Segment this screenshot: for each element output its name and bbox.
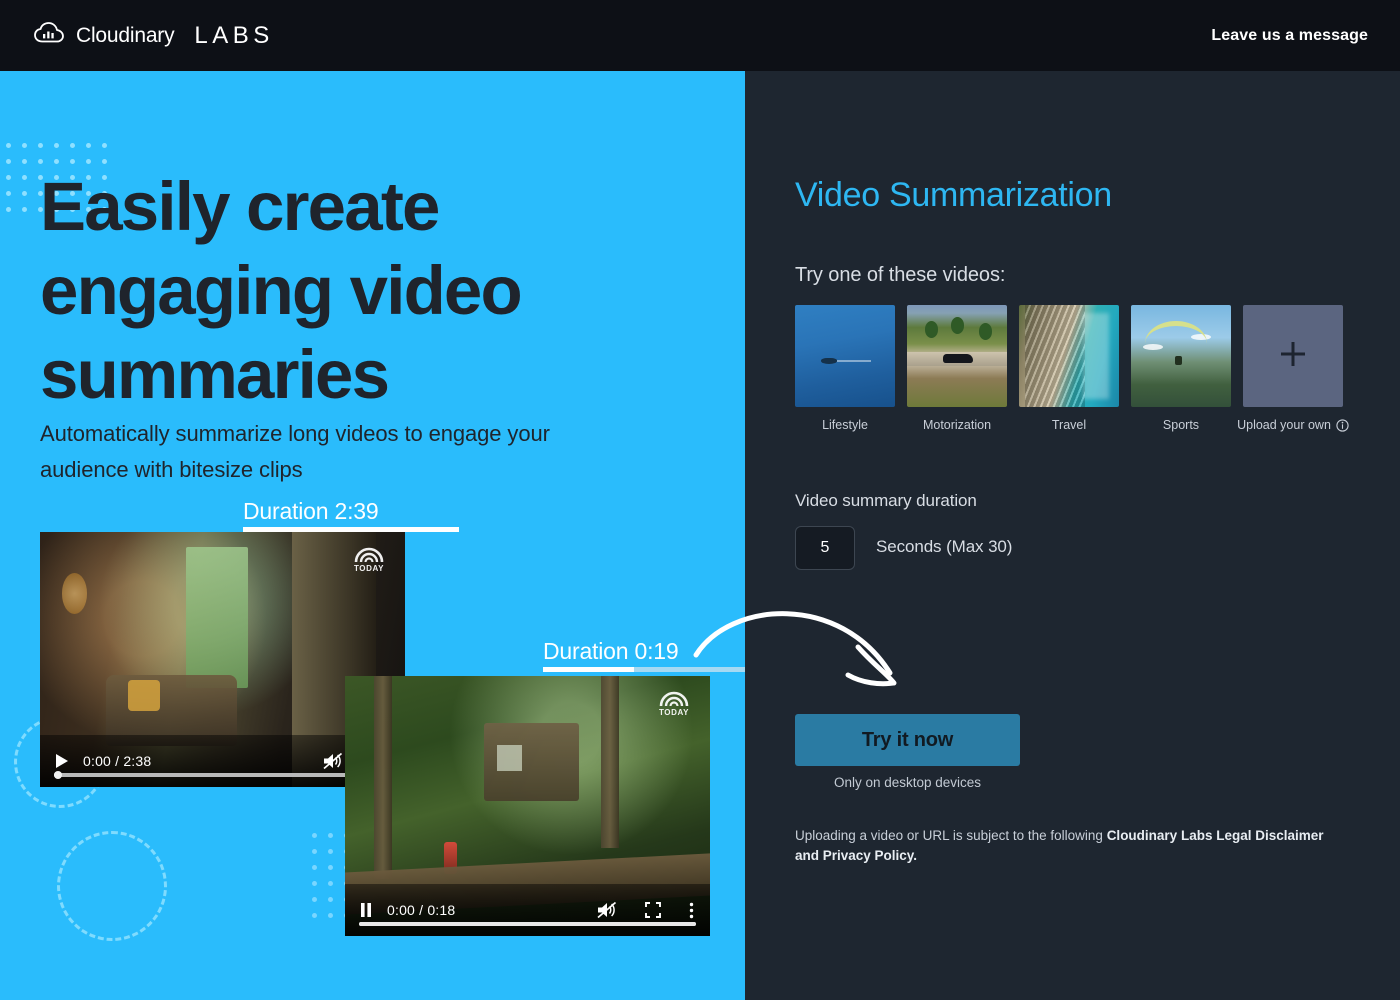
summary-time-display: 0:00 / 0:18 bbox=[387, 902, 456, 918]
summary-player-controls[interactable]: 0:00 / 0:18 bbox=[345, 884, 710, 936]
summary-duration-rule bbox=[543, 667, 745, 672]
play-icon[interactable] bbox=[54, 753, 69, 769]
thumbnail-item-upload[interactable]: Upload your own bbox=[1237, 305, 1349, 432]
panel-title: Video Summarization bbox=[795, 176, 1112, 214]
source-progress-track[interactable] bbox=[54, 771, 391, 779]
thumbnail-image-motorization[interactable] bbox=[907, 305, 1007, 407]
brand-suffix: LABS bbox=[194, 21, 274, 49]
today-watermark: TODAY bbox=[347, 542, 391, 576]
desktop-only-note: Only on desktop devices bbox=[833, 775, 982, 790]
hero-panel: Easily create engaging video summaries A… bbox=[0, 71, 745, 1000]
duration-field-label: Video summary duration bbox=[795, 491, 977, 510]
decorative-dashed-circle-large bbox=[57, 831, 167, 941]
today-watermark: TODAY bbox=[652, 686, 696, 720]
cloudinary-cloud-icon bbox=[34, 22, 64, 49]
thumbnail-image-travel[interactable] bbox=[1019, 305, 1119, 407]
volume-muted-icon[interactable] bbox=[322, 752, 343, 770]
control-panel: Video Summarization Try one of these vid… bbox=[745, 71, 1400, 1000]
thumbnail-image-lifestyle[interactable] bbox=[795, 305, 895, 407]
info-circle-icon[interactable] bbox=[1336, 418, 1349, 432]
video-thumbnail-list: Lifestyle Motorization Travel Sports Upl… bbox=[795, 305, 1349, 432]
leave-us-a-message-link[interactable]: Leave us a message bbox=[1211, 27, 1368, 45]
duration-input[interactable] bbox=[795, 526, 855, 570]
thumbnail-item-sports[interactable]: Sports bbox=[1131, 305, 1231, 432]
thumbnail-label: Motorization bbox=[922, 418, 992, 432]
duration-unit-label: Seconds (Max 30) bbox=[876, 537, 1013, 556]
source-duration-label: Duration 2:39 bbox=[243, 498, 379, 524]
source-time-display: 0:00 / 2:38 bbox=[83, 753, 152, 769]
fullscreen-icon[interactable] bbox=[645, 902, 661, 918]
page-subtitle: Automatically summarize long videos to e… bbox=[40, 421, 550, 482]
today-watermark-text: TODAY bbox=[658, 708, 690, 717]
thumbnail-item-motorization[interactable]: Motorization bbox=[907, 305, 1007, 432]
top-header-bar: Cloudinary LABS Leave us a message bbox=[0, 0, 1400, 71]
page-title: Easily create engaging video summaries bbox=[40, 168, 523, 413]
thumbnail-label: Sports bbox=[1162, 418, 1200, 432]
pause-icon[interactable] bbox=[359, 902, 373, 918]
summary-progress-fill bbox=[359, 922, 696, 926]
today-watermark-text: TODAY bbox=[353, 564, 385, 573]
plus-icon bbox=[1278, 339, 1308, 374]
summary-duration-label: Duration 0:19 bbox=[543, 638, 679, 664]
volume-muted-icon[interactable] bbox=[596, 901, 617, 919]
upload-your-own-tile[interactable] bbox=[1243, 305, 1343, 407]
summary-progress-track[interactable] bbox=[359, 922, 696, 926]
brand-name: Cloudinary bbox=[76, 23, 175, 47]
summary-video-player[interactable]: TODAY 0:00 / 0:18 bbox=[345, 676, 710, 936]
try-it-now-button[interactable]: Try it now bbox=[795, 714, 1020, 766]
more-vertical-icon[interactable] bbox=[689, 902, 694, 919]
thumbnail-item-lifestyle[interactable]: Lifestyle bbox=[795, 305, 895, 432]
thumbnail-label: Upload your own bbox=[1237, 418, 1331, 432]
thumbnail-label: Lifestyle bbox=[822, 418, 868, 432]
thumbnail-label: Travel bbox=[1051, 418, 1087, 432]
thumbnail-item-travel[interactable]: Travel bbox=[1019, 305, 1119, 432]
try-videos-label: Try one of these videos: bbox=[795, 264, 1006, 286]
thumbnail-image-sports[interactable] bbox=[1131, 305, 1231, 407]
legal-disclaimer: Uploading a video or URL is subject to t… bbox=[795, 826, 1343, 866]
legal-prefix-text: Uploading a video or URL is subject to t… bbox=[795, 828, 1107, 843]
brand-logo[interactable]: Cloudinary LABS bbox=[34, 22, 274, 50]
